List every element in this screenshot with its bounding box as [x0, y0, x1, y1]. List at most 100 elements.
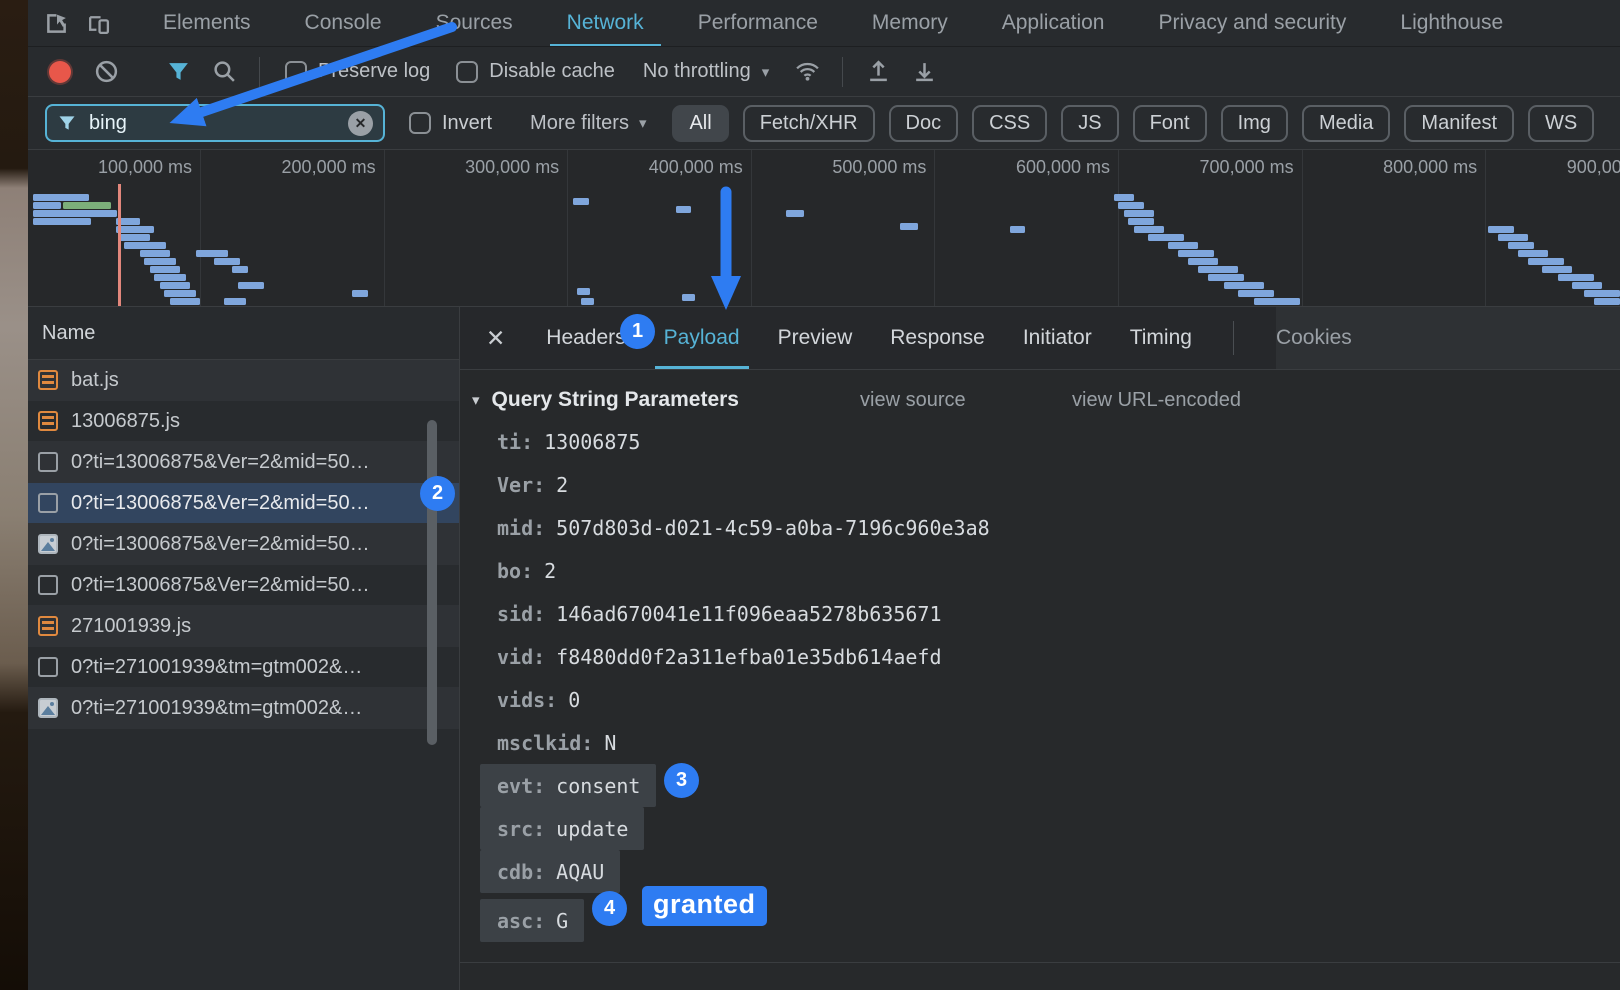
param-row: sid: 146ad670041e11f096eaa5278b635671: [497, 592, 1620, 635]
waterfall-bar: [232, 266, 248, 273]
waterfall-bar: [1124, 210, 1154, 217]
waterfall-bar: [1010, 226, 1025, 233]
request-row[interactable]: 0?ti=13006875&Ver=2&mid=50…: [28, 442, 459, 483]
request-name: 13006875.js: [71, 410, 180, 433]
main-tab[interactable]: Performance: [671, 0, 845, 47]
more-filters-dropdown[interactable]: More filters ▾: [530, 112, 646, 135]
waterfall-bar: [196, 250, 228, 257]
waterfall-bar: [577, 288, 590, 295]
script-icon: [38, 411, 58, 431]
param-key: bo:: [497, 559, 533, 583]
filter-input[interactable]: bing ✕: [45, 104, 385, 142]
export-har-icon[interactable]: [904, 52, 944, 92]
filter-chip[interactable]: WS: [1528, 105, 1594, 142]
filter-chip[interactable]: Img: [1221, 105, 1288, 142]
request-row[interactable]: bat.js: [28, 360, 459, 401]
request-row[interactable]: 0?ti=13006875&Ver=2&mid=50…: [28, 524, 459, 565]
throttling-select[interactable]: No throttling ▾: [631, 60, 781, 83]
main-tab[interactable]: Sources: [409, 0, 540, 47]
waterfall-bar: [1128, 218, 1154, 225]
filter-chip[interactable]: JS: [1061, 105, 1118, 142]
clear-network-log-icon[interactable]: [86, 52, 126, 92]
network-toolbar: Preserve log Disable cache No throttling…: [28, 47, 1620, 97]
filter-chip[interactable]: Doc: [889, 105, 959, 142]
detail-tab[interactable]: Headers: [527, 307, 644, 369]
waterfall-bar: [224, 298, 246, 305]
view-source-link[interactable]: view source: [860, 389, 966, 412]
detail-tabbar: ✕ Headers Payload Preview Response Initi…: [460, 307, 1620, 370]
network-overview-timeline[interactable]: 100,000 ms 200,000 ms 300,000 ms 400,000…: [28, 150, 1620, 307]
main-tab[interactable]: Network: [540, 0, 671, 47]
request-name: 0?ti=13006875&Ver=2&mid=50…: [71, 574, 370, 597]
main-tab[interactable]: Privacy and security: [1131, 0, 1373, 47]
waterfall-bar: [1148, 234, 1184, 241]
inspect-element-icon[interactable]: [36, 3, 76, 43]
detail-tab[interactable]: Timing: [1111, 307, 1211, 369]
waterfall-bar: [1488, 226, 1514, 233]
param-value: consent: [556, 774, 640, 798]
waterfall-bar: [1594, 298, 1620, 305]
close-detail-icon[interactable]: ✕: [476, 325, 515, 352]
preserve-log-checkbox[interactable]: Preserve log: [275, 60, 440, 83]
checkbox-box: [409, 112, 431, 134]
disable-cache-checkbox[interactable]: Disable cache: [446, 60, 625, 83]
invert-checkbox[interactable]: Invert: [399, 112, 502, 135]
clear-filter-icon[interactable]: ✕: [348, 111, 373, 136]
section-title: Query String Parameters: [492, 388, 739, 412]
waterfall-bar: [676, 206, 691, 213]
timeline-tick-label: 200,000 ms: [282, 157, 376, 178]
name-column-header[interactable]: Name: [28, 307, 459, 360]
filter-chip[interactable]: Media: [1302, 105, 1390, 142]
query-string-section-header[interactable]: ▾ Query String Parameters view source vi…: [472, 384, 1620, 416]
filter-chip[interactable]: All: [672, 105, 728, 142]
detail-tab[interactable]: Initiator: [1004, 307, 1111, 369]
filter-toggle-icon[interactable]: [158, 52, 198, 92]
chevron-down-icon: ▾: [762, 63, 770, 81]
request-row[interactable]: 0?ti=271001939&tm=gtm002&…: [28, 647, 459, 688]
main-tab[interactable]: Memory: [845, 0, 975, 47]
desktop-background-sliver: [0, 0, 28, 990]
request-list-scrollbar[interactable]: [427, 420, 437, 745]
main-tab[interactable]: Elements: [136, 0, 278, 47]
device-toolbar-icon[interactable]: [78, 3, 118, 43]
search-icon[interactable]: [204, 52, 244, 92]
param-pair: src: update: [480, 807, 644, 850]
more-filters-label: More filters: [530, 112, 629, 135]
waterfall-bar: [1238, 290, 1274, 297]
toolbar-divider: [259, 57, 260, 87]
filter-chip[interactable]: Manifest: [1404, 105, 1514, 142]
waterfall-bar: [1572, 282, 1602, 289]
request-row[interactable]: 0?ti=13006875&Ver=2&mid=50…: [28, 565, 459, 606]
param-row: bo: 2: [497, 549, 1620, 592]
view-url-encoded-link[interactable]: view URL-encoded: [1072, 389, 1241, 412]
import-har-icon[interactable]: [858, 52, 898, 92]
param-pair: vids: 0: [497, 678, 596, 721]
detail-tab[interactable]: Cookies: [1257, 307, 1371, 369]
waterfall-bar: [1498, 234, 1528, 241]
record-button[interactable]: [40, 52, 80, 92]
timeline-tick-label: 300,000 ms: [465, 157, 559, 178]
detail-tab[interactable]: Payload: [645, 307, 759, 369]
filter-chip[interactable]: CSS: [972, 105, 1047, 142]
filter-chip[interactable]: Font: [1133, 105, 1207, 142]
param-key: cdb:: [497, 860, 545, 884]
detail-tab[interactable]: Response: [871, 307, 1004, 369]
request-row[interactable]: 0?ti=271001939&tm=gtm002&…: [28, 688, 459, 729]
main-tab[interactable]: Application: [975, 0, 1132, 47]
param-value: 2: [556, 473, 568, 497]
waterfall-bar: [1198, 266, 1238, 273]
param-row: mid: 507d803d-d021-4c59-a0ba-7196c960e3a…: [497, 506, 1620, 549]
disclosure-triangle-icon[interactable]: ▾: [472, 391, 480, 409]
request-rows: bat.js 13006875.js 0?ti=13006875&Ver=2&m…: [28, 360, 459, 729]
filter-chip[interactable]: Fetch/XHR: [743, 105, 875, 142]
main-tab[interactable]: Lighthouse: [1373, 0, 1530, 47]
detail-tab[interactable]: Preview: [759, 307, 872, 369]
request-row[interactable]: 0?ti=13006875&Ver=2&mid=50…: [28, 483, 459, 524]
network-conditions-icon[interactable]: [787, 52, 827, 92]
request-row[interactable]: 13006875.js: [28, 401, 459, 442]
timeline-gridline: [751, 150, 752, 306]
request-row[interactable]: 271001939.js: [28, 606, 459, 647]
timeline-tick-label: 600,000 ms: [1016, 157, 1110, 178]
main-tab[interactable]: Console: [278, 0, 409, 47]
waterfall-bar: [1188, 258, 1218, 265]
